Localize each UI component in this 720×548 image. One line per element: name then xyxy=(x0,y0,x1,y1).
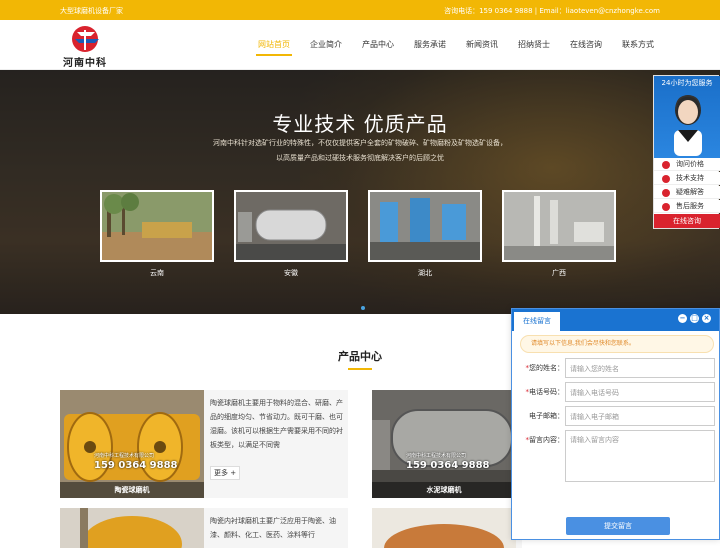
question-icon xyxy=(662,189,670,197)
hero-desc-line-2: 以高质量产品和过硬技术服务彻底解决客户的后顾之忧 xyxy=(276,154,444,162)
field-label-text: 电话号码： xyxy=(529,388,564,396)
message-popup: 在线留言 − □ × 请填写以下信息,我们会尽快和您联系。 *您的姓名： 请输入… xyxy=(511,308,720,540)
hero-title: 专业技术 优质产品 xyxy=(272,112,448,136)
main-nav: 网站首页 企业简介 产品中心 服务承诺 新闻资讯 招纳贤士 在线咨询 联系方式 xyxy=(248,20,664,70)
name-input[interactable]: 请输入您的姓名 xyxy=(565,358,715,378)
product-caption: 水泥球磨机 xyxy=(372,482,516,498)
nav-jobs[interactable]: 招纳贤士 xyxy=(508,20,560,70)
top-slogan: 大型球磨机设备厂家 xyxy=(60,7,123,15)
field-label-text: 留言内容： xyxy=(529,436,564,444)
case-item[interactable]: 云南 xyxy=(100,190,214,278)
site-logo[interactable]: 河南中科 xyxy=(55,24,115,69)
case-label: 安徽 xyxy=(284,269,298,277)
message-notice: 请填写以下信息,我们会尽快和您联系。 xyxy=(520,335,714,353)
hero-description: 河南中科针对选矿行业的特殊性，不仅仅提供客户全套的矿物破碎、矿物磨粉及矿物选矿设… xyxy=(190,136,530,166)
aftersale-icon xyxy=(662,203,670,211)
product-card[interactable]: 河南中科工程技术有限公司 159 0364 9888 陶瓷球磨机 陶瓷球磨机主要… xyxy=(60,390,348,498)
hero-banner: 专业技术 优质产品 河南中科针对选矿行业的特殊性，不仅仅提供客户全套的矿物破碎、… xyxy=(0,70,720,314)
carousel-dot[interactable] xyxy=(361,306,365,310)
nav-news[interactable]: 新闻资讯 xyxy=(456,20,508,70)
case-label: 云南 xyxy=(150,269,164,277)
service-item-label: 询问价格 xyxy=(676,160,704,168)
top-bar: 大型球磨机设备厂家 咨询电话：159 0364 9888 | Email：lia… xyxy=(0,0,720,20)
case-item[interactable]: 广西 xyxy=(502,190,616,278)
more-button[interactable]: 更多 + xyxy=(210,466,241,480)
service-float-panel: 24小时为您服务 询问价格 技术支持 疑难解答 售后服务 在线咨询 xyxy=(653,75,720,229)
product-image xyxy=(60,508,204,548)
product-watermark-phone: 159 0364 9888 xyxy=(94,460,178,471)
case-item[interactable]: 安徽 xyxy=(234,190,348,278)
nav-consult[interactable]: 在线咨询 xyxy=(560,20,612,70)
minimize-icon[interactable]: − xyxy=(678,314,687,323)
product-card[interactable]: 陶瓷内衬球磨机主要广泛应用于陶瓷、油漆、颜料、化工、医药、涂料等行 xyxy=(60,508,348,548)
product-description: 陶瓷球磨机主要用于物料的混合、研磨、产品的细度均匀、节省动力。既可干磨、也可湿磨… xyxy=(210,399,343,449)
nav-products[interactable]: 产品中心 xyxy=(352,20,404,70)
submit-message-button[interactable]: 提交留言 xyxy=(566,517,670,535)
service-item-label: 疑难解答 xyxy=(676,188,704,196)
content-label: *留言内容： xyxy=(525,436,565,444)
email-label: 电子邮箱： xyxy=(516,411,564,421)
phone-input[interactable]: 请输入电话号码 xyxy=(565,382,715,402)
service-tech-item[interactable]: 技术支持 xyxy=(654,172,720,185)
field-label-text: 您的姓名： xyxy=(529,364,564,372)
nav-contact[interactable]: 联系方式 xyxy=(612,20,664,70)
site-header: 河南中科 网站首页 企业简介 产品中心 服务承诺 新闻资讯 招纳贤士 在线咨询 … xyxy=(0,20,720,70)
product-watermark-company: 河南中科工程技术有限公司 xyxy=(406,453,467,459)
service-item-label: 技术支持 xyxy=(676,174,704,182)
case-label: 广西 xyxy=(552,269,566,277)
field-label-text: 电子邮箱： xyxy=(529,412,564,420)
product-card[interactable] xyxy=(372,508,522,548)
case-gallery: 云南 安徽 湖北 广西 xyxy=(100,190,616,278)
product-watermark-company: 河南中科工程技术有限公司 xyxy=(94,453,155,459)
case-image xyxy=(100,190,214,262)
nav-service[interactable]: 服务承诺 xyxy=(404,20,456,70)
service-item-label: 售后服务 xyxy=(676,202,704,210)
phone-label: *电话号码： xyxy=(525,388,565,396)
case-item[interactable]: 湖北 xyxy=(368,190,482,278)
logo-mark-icon xyxy=(72,26,99,52)
email-input[interactable]: 请输入电子邮箱 xyxy=(565,406,715,426)
restore-icon[interactable]: □ xyxy=(690,314,699,323)
service-price-item[interactable]: 询问价格 xyxy=(654,158,720,171)
message-popup-header: 在线留言 − □ × xyxy=(512,309,719,331)
top-contact-info: 咨询电话：159 0364 9888 | Email：liaoteven@cnz… xyxy=(444,7,660,15)
case-image xyxy=(234,190,348,262)
product-caption: 陶瓷球磨机 xyxy=(60,482,204,498)
product-description: 陶瓷内衬球磨机主要广泛应用于陶瓷、油漆、颜料、化工、医药、涂料等行 xyxy=(210,517,336,539)
close-icon[interactable]: × xyxy=(702,314,711,323)
product-image xyxy=(372,508,516,548)
product-image: 河南中科工程技术有限公司 159 0364 9888 陶瓷球磨机 xyxy=(60,390,204,498)
product-image: 河南中科工程技术有限公司 159 0364 9888 水泥球磨机 xyxy=(372,390,516,498)
product-card[interactable]: 河南中科工程技术有限公司 159 0364 9888 水泥球磨机 xyxy=(372,390,522,498)
service-faq-item[interactable]: 疑难解答 xyxy=(654,186,720,199)
nav-home[interactable]: 网站首页 xyxy=(248,20,300,70)
case-label: 湖北 xyxy=(418,269,432,277)
content-textarea[interactable]: 请输入留言内容 xyxy=(565,430,715,482)
case-image xyxy=(502,190,616,262)
message-tab[interactable]: 在线留言 xyxy=(514,312,560,331)
nav-about[interactable]: 企业简介 xyxy=(300,20,352,70)
price-icon xyxy=(662,161,670,169)
case-image xyxy=(368,190,482,262)
name-label: *您的姓名： xyxy=(525,364,565,372)
online-consult-button[interactable]: 在线咨询 xyxy=(654,214,720,228)
hero-desc-line-1: 河南中科针对选矿行业的特殊性，不仅仅提供客户全套的矿物破碎、矿物磨粉及矿物选矿设… xyxy=(213,139,507,147)
service-aftersale-item[interactable]: 售后服务 xyxy=(654,200,720,213)
service-panel-title: 24小时为您服务 xyxy=(661,79,713,87)
tech-support-icon xyxy=(662,175,670,183)
logo-text: 河南中科 xyxy=(63,58,107,69)
product-watermark-phone: 159 0364 9888 xyxy=(406,460,490,471)
